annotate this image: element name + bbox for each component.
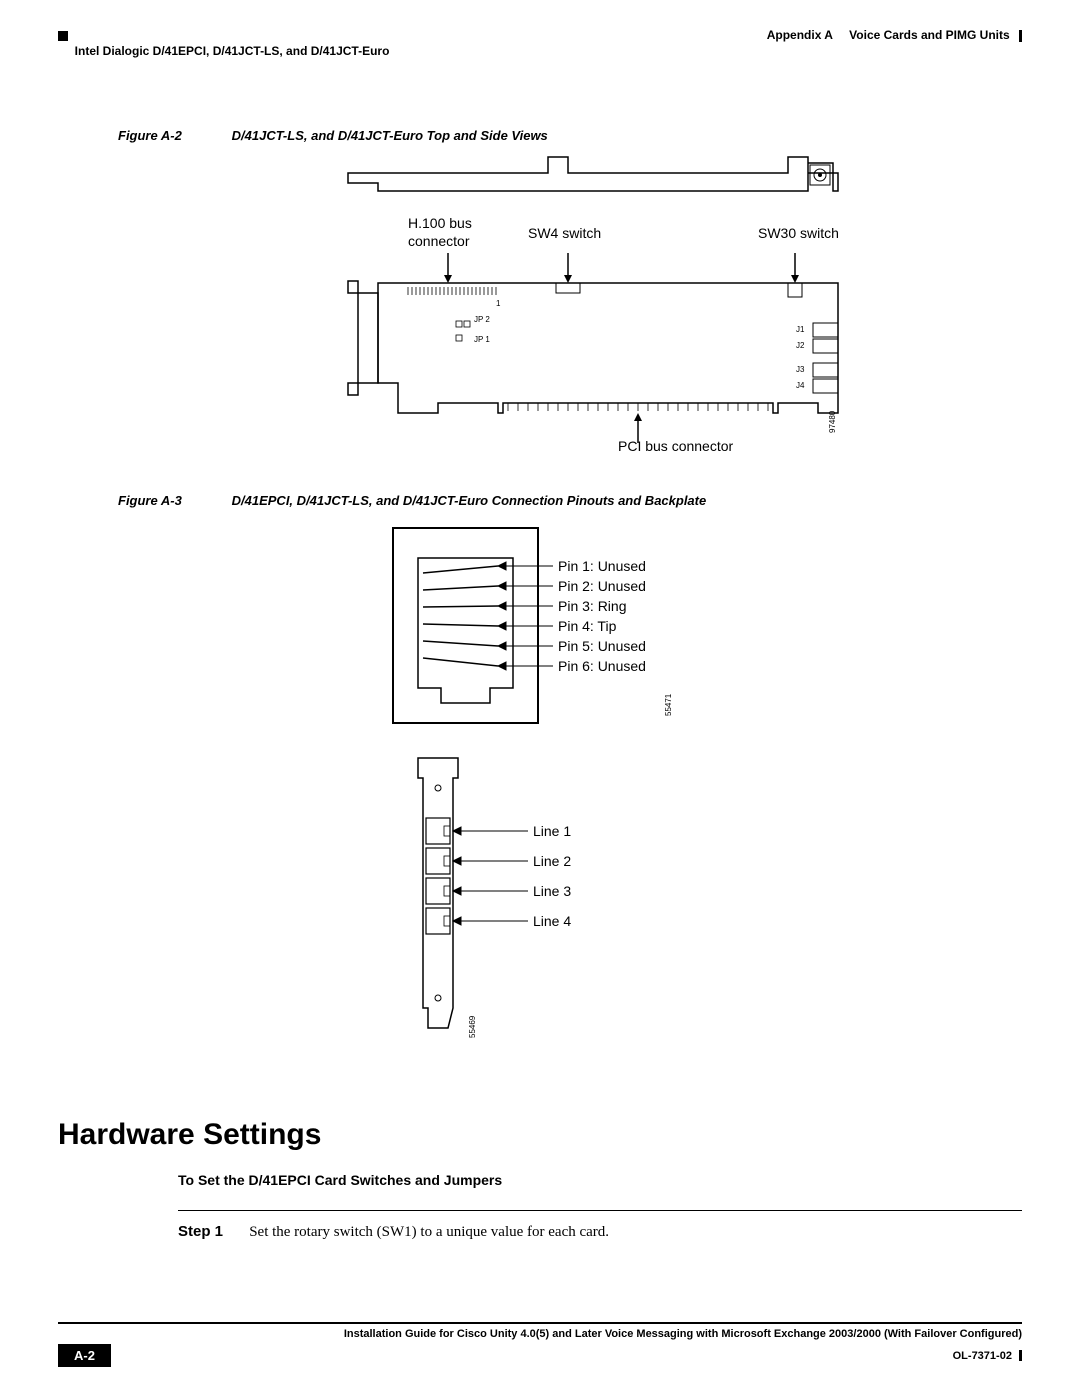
footer-rule-icon [58,1322,1022,1324]
label-j4: J4 [796,381,804,390]
doc-number: OL-7371-02 [953,1350,1012,1362]
step-1: Step 1 Set the rotary switch (SW1) to a … [178,1223,1022,1241]
figure-a3-caption: Figure A-3 D/41EPCI, D/41JCT-LS, and D/4… [118,493,1022,508]
figure-a3-backplate-diagram: Line 1 Line 2 Line 3 Line 4 55469 [368,748,768,1058]
label-j2: J2 [796,341,804,350]
label-one: 1 [496,299,500,308]
label-jp2: JP 2 [474,315,490,324]
label-line4: Line 4 [533,913,571,929]
header-bar-icon [1019,30,1022,42]
figure-a2-caption: Figure A-2 D/41JCT-LS, and D/41JCT-Euro … [118,128,1022,143]
label-connector: connector [408,233,469,249]
label-line2: Line 2 [533,853,571,869]
label-h100-bus: H.100 bus [408,215,472,231]
label-fig3-back-num: 55469 [468,1016,477,1038]
page-footer: Installation Guide for Cisco Unity 4.0(5… [58,1322,1022,1367]
label-pci-bus: PCI bus connector [618,438,733,454]
label-pin2: Pin 2: Unused [558,578,646,594]
label-pin4: Pin 4: Tip [558,618,616,634]
section-title: Intel Dialogic D/41EPCI, D/41JCT-LS, and… [58,44,1022,58]
step-1-label: Step 1 [178,1223,223,1240]
step-1-text: Set the rotary switch (SW1) to a unique … [249,1224,609,1240]
label-fig2-num: 97480 [828,411,837,433]
figure-a3-label: Figure A-3 [118,493,228,508]
label-pin3: Pin 3: Ring [558,598,626,614]
label-jp1: JP 1 [474,335,490,344]
divider-icon [178,1210,1022,1211]
footer-bar-icon [1019,1350,1022,1361]
label-line3: Line 3 [533,883,571,899]
label-j3: J3 [796,365,804,374]
figure-a3-caption-text: D/41EPCI, D/41JCT-LS, and D/41JCT-Euro C… [232,493,707,508]
header-bullet-icon [58,31,68,41]
page-header: Appendix A Voice Cards and PIMG Units [58,28,1022,42]
label-j1: J1 [796,325,804,334]
subsection-heading: To Set the D/41EPCI Card Switches and Ju… [178,1172,1022,1188]
label-line1: Line 1 [533,823,571,839]
page-number: A-2 [58,1344,111,1367]
label-pin6: Pin 6: Unused [558,658,646,674]
label-sw30: SW30 switch [758,225,839,241]
figure-a3-pin-diagram: Pin 1: Unused Pin 2: Unused Pin 3: Ring … [378,518,778,748]
label-pin1: Pin 1: Unused [558,558,646,574]
section-title-text: Intel Dialogic D/41EPCI, D/41JCT-LS, and… [75,44,390,58]
footer-title: Installation Guide for Cisco Unity 4.0(5… [148,1328,1022,1340]
figure-a2-label: Figure A-2 [118,128,228,143]
appendix-title: Voice Cards and PIMG Units [849,28,1009,42]
appendix-label: Appendix A [767,28,833,42]
section-heading: Hardware Settings [58,1118,1022,1152]
label-pin5: Pin 5: Unused [558,638,646,654]
figure-a2-diagram: H.100 bus connector SW4 switch SW30 swit… [338,153,858,463]
label-fig3-pin-num: 55471 [664,694,673,716]
figure-a2-caption-text: D/41JCT-LS, and D/41JCT-Euro Top and Sid… [232,128,548,143]
label-sw4: SW4 switch [528,225,601,241]
